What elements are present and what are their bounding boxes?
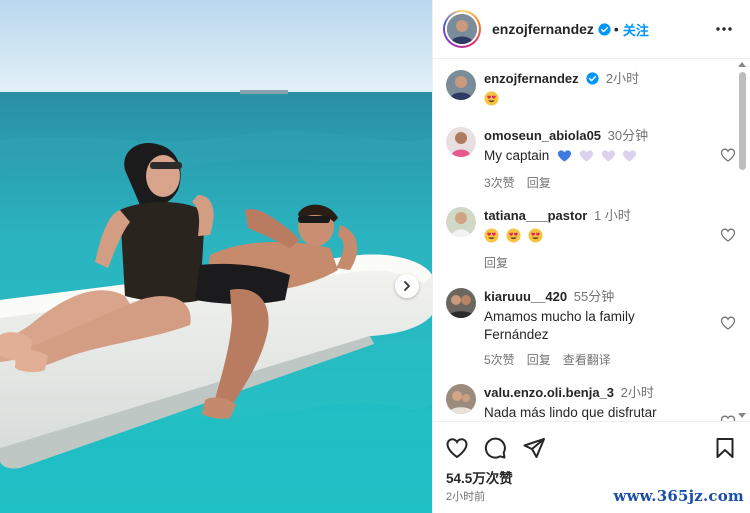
list-item: enzojfernandez 2小时 bbox=[446, 70, 736, 110]
list-item: omoseun_abiola05 30分钟 My captain 3次赞 回复 bbox=[446, 127, 736, 190]
verified-badge-icon bbox=[598, 22, 611, 36]
heart-eyes-emoji-icon bbox=[506, 228, 521, 243]
share-icon[interactable] bbox=[522, 436, 546, 460]
comment-time: 2小时 bbox=[620, 385, 654, 400]
reply-button[interactable]: 回复 bbox=[484, 256, 508, 270]
dot-separator: • bbox=[613, 21, 619, 37]
comment-username[interactable]: enzojfernandez bbox=[484, 71, 579, 86]
avatar[interactable] bbox=[446, 288, 476, 318]
commenter-avatar-image bbox=[446, 384, 476, 414]
list-item: valu.enzo.oli.benja_3 2小时 Nada más lindo… bbox=[446, 384, 736, 421]
more-options-icon[interactable] bbox=[715, 20, 733, 38]
list-item: kiaruuu__420 55分钟 Amamos mucho la family… bbox=[446, 288, 736, 367]
comment-like-heart-icon[interactable] bbox=[720, 414, 736, 421]
scroll-up-arrow-icon[interactable] bbox=[738, 62, 746, 67]
verified-badge-icon bbox=[586, 72, 599, 85]
comment-time: 2小时 bbox=[605, 71, 640, 86]
avatar[interactable] bbox=[446, 207, 476, 237]
comment-likes-count[interactable]: 5次赞 bbox=[484, 353, 515, 367]
author-avatar[interactable] bbox=[443, 10, 481, 48]
heart-eyes-emoji-icon bbox=[528, 228, 543, 243]
lilac-heart-emoji-icon bbox=[579, 150, 593, 162]
reply-button[interactable]: 回复 bbox=[527, 176, 551, 190]
scrollbar-thumb[interactable] bbox=[739, 72, 746, 170]
comment-username[interactable]: tatiana___pastor bbox=[484, 208, 587, 223]
comment-meta: 3次赞 回复 bbox=[484, 174, 704, 191]
heart-icon[interactable] bbox=[445, 436, 469, 460]
comment-like-heart-icon[interactable] bbox=[720, 227, 736, 243]
avatar[interactable] bbox=[446, 127, 476, 157]
author-avatar-image bbox=[446, 70, 476, 100]
bookmark-icon[interactable] bbox=[713, 436, 737, 460]
see-translation-button[interactable]: 查看翻译 bbox=[563, 353, 611, 367]
author-avatar-image bbox=[447, 14, 477, 44]
next-photo-button[interactable] bbox=[395, 274, 419, 298]
comment-username[interactable]: valu.enzo.oli.benja_3 bbox=[484, 385, 614, 400]
heart-eyes-emoji-icon bbox=[484, 228, 499, 243]
lilac-heart-emoji-icon bbox=[623, 150, 637, 162]
comment-text bbox=[484, 227, 704, 245]
site-watermark: www.365jz.com bbox=[613, 487, 744, 505]
comment-username[interactable]: omoseun_abiola05 bbox=[484, 128, 601, 143]
comment-likes-count[interactable]: 3次赞 bbox=[484, 176, 515, 190]
list-item: tatiana___pastor 1 小时 回复 bbox=[446, 207, 736, 270]
comment-icon[interactable] bbox=[483, 436, 507, 460]
comment-time: 1 小时 bbox=[593, 208, 631, 223]
next-arrow-icon bbox=[404, 281, 410, 291]
reply-button[interactable]: 回复 bbox=[527, 353, 551, 367]
lilac-heart-emoji-icon bbox=[601, 150, 615, 162]
comments-list[interactable]: enzojfernandez 2小时 omoseun_abiola05 30分钟… bbox=[433, 59, 750, 421]
comments-scrollbar[interactable] bbox=[736, 62, 748, 418]
comment-meta: 回复 bbox=[484, 254, 704, 271]
comment-text: Amamos mucho la family Fernández bbox=[484, 309, 635, 342]
comment-time: 55分钟 bbox=[573, 289, 615, 304]
comment-text bbox=[484, 90, 704, 108]
avatar[interactable] bbox=[446, 70, 476, 100]
comment-meta: 5次赞 回复 查看翻译 bbox=[484, 351, 704, 368]
comment-username[interactable]: kiaruuu__420 bbox=[484, 289, 567, 304]
author-username[interactable]: enzojfernandez bbox=[492, 21, 594, 37]
post-photo[interactable] bbox=[0, 0, 432, 513]
beach-photo-image bbox=[0, 0, 432, 513]
avatar[interactable] bbox=[446, 384, 476, 414]
blue-heart-emoji-icon bbox=[557, 150, 572, 162]
post-side-panel: enzojfernandez • 关注 enzojfernandez 2小时 o… bbox=[432, 0, 750, 513]
commenter-avatar-image bbox=[446, 207, 476, 237]
scroll-down-arrow-icon[interactable] bbox=[738, 413, 746, 418]
comment-text: Nada más lindo que disfrutar bbox=[484, 405, 657, 420]
comment-like-heart-icon[interactable] bbox=[720, 315, 736, 331]
heart-eyes-emoji-icon bbox=[484, 91, 499, 106]
comment-text: My captain bbox=[484, 147, 704, 165]
likes-count[interactable]: 54.5万次赞 bbox=[446, 467, 513, 487]
comment-like-heart-icon[interactable] bbox=[720, 147, 736, 163]
post-header: enzojfernandez • 关注 bbox=[433, 0, 750, 59]
follow-button[interactable]: 关注 bbox=[623, 20, 649, 39]
commenter-avatar-image bbox=[446, 127, 476, 157]
commenter-avatar-image bbox=[446, 288, 476, 318]
posted-time: 2小时前 bbox=[446, 491, 486, 503]
comment-time: 30分钟 bbox=[607, 128, 649, 143]
comment-text-content: My captain bbox=[484, 148, 550, 163]
